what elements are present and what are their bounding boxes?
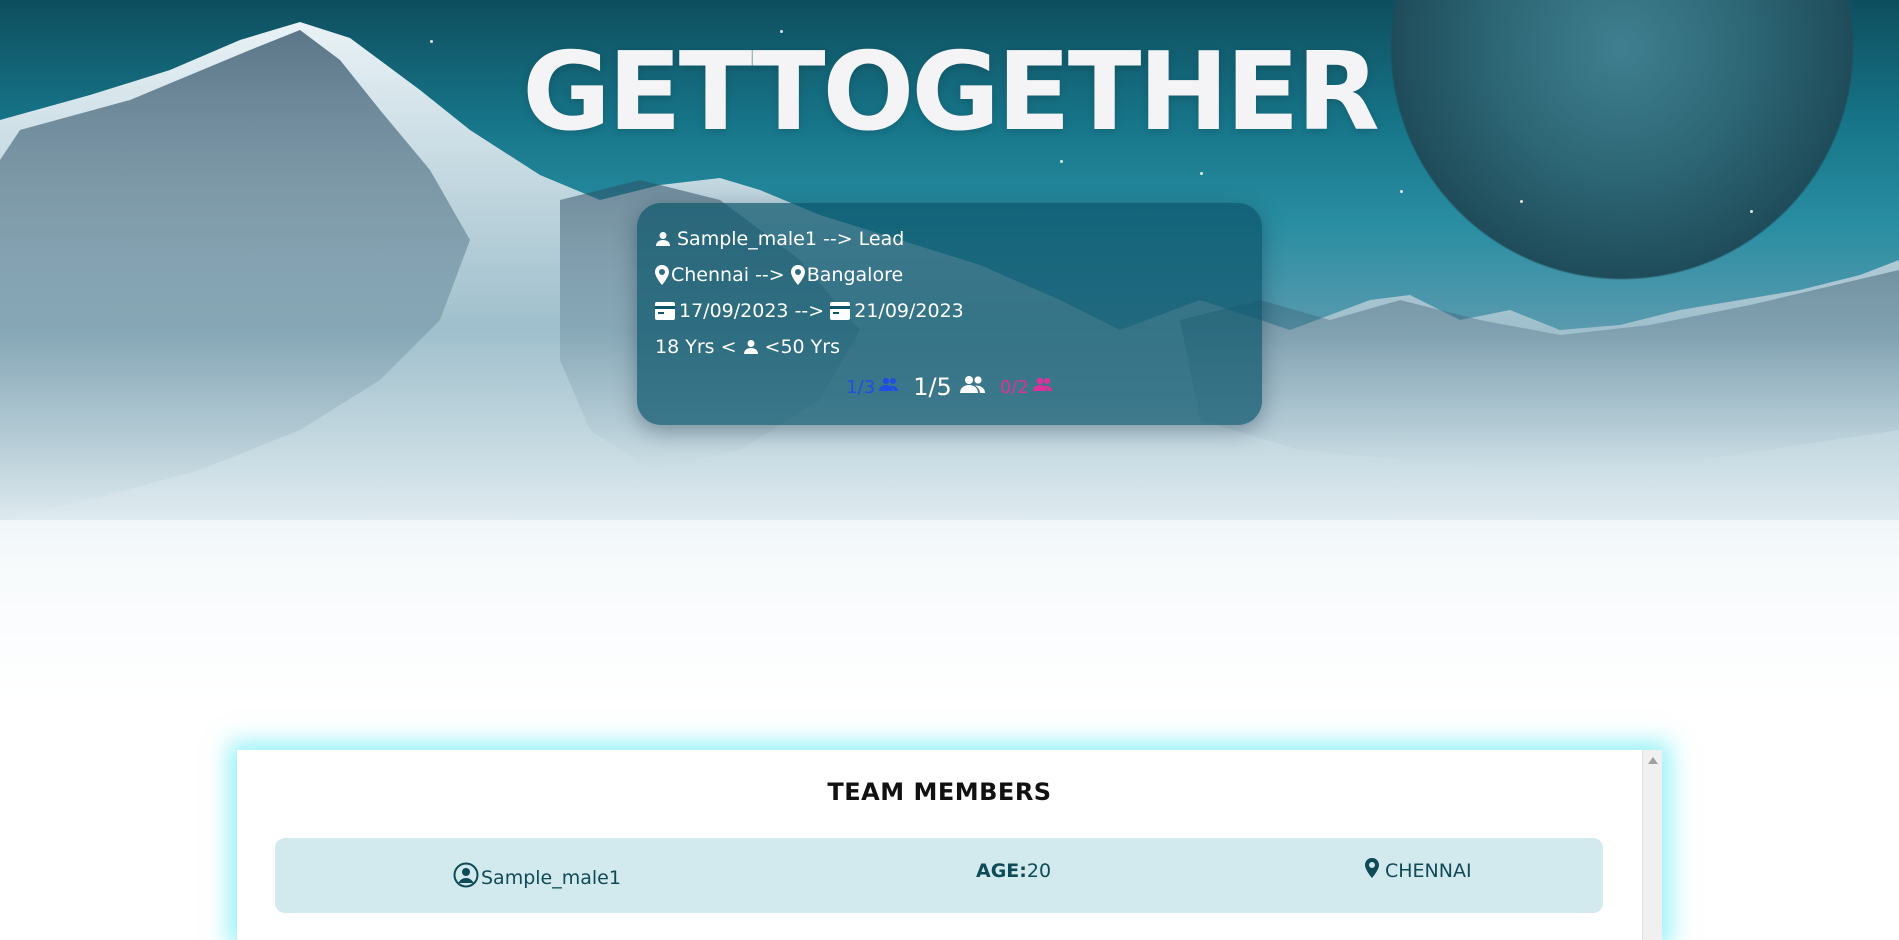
route-arrow: --> <box>755 264 785 286</box>
user-icon <box>743 339 759 355</box>
star <box>1520 200 1523 203</box>
age-label: AGE: <box>976 860 1027 882</box>
start-date: 17/09/2023 <box>679 300 789 322</box>
male-count: 1/3 <box>846 377 899 398</box>
from-city: Chennai <box>671 264 750 286</box>
user-icon <box>655 231 671 247</box>
star <box>1060 160 1063 163</box>
star <box>1750 210 1753 213</box>
male-group-icon <box>879 377 899 398</box>
member-age-cell: AGE:20 <box>976 860 1051 882</box>
date-arrow: --> <box>794 300 825 322</box>
route-row: Chennai --> Bangalore <box>655 257 1244 293</box>
vertical-scrollbar[interactable] <box>1642 750 1662 940</box>
calendar-card-icon <box>655 302 675 320</box>
hero-banner: GETTOGETHER Sample_male1 --> Lead Chenna… <box>0 0 1899 706</box>
age-row: 18 Yrs < <50 Yrs <box>655 329 1244 365</box>
member-counts: 1/3 1/5 0/2 <box>637 373 1262 401</box>
total-count-value: 1/5 <box>913 373 952 401</box>
team-members-panel[interactable]: TEAM MEMBERS Sample_male1 AGE:20 CHENNAI <box>237 750 1662 940</box>
team-members-title: TEAM MEMBERS <box>827 778 1052 806</box>
location-pin-icon <box>655 265 669 285</box>
calendar-card-icon <box>830 302 851 320</box>
star <box>1200 172 1203 175</box>
location-pin-icon <box>790 265 805 285</box>
age-max: <50 Yrs <box>764 336 840 358</box>
female-count: 0/2 <box>1000 377 1053 398</box>
scroll-up-arrow-icon[interactable] <box>1648 757 1658 764</box>
female-group-icon <box>1032 377 1053 398</box>
user-circle-icon <box>453 862 479 893</box>
age-min: 18 Yrs < <box>655 336 737 358</box>
member-age: 20 <box>1026 860 1052 882</box>
female-count-value: 0/2 <box>999 376 1029 398</box>
trip-card[interactable]: Sample_male1 --> Lead Chennai --> Bangal… <box>637 203 1262 425</box>
member-name-cell: Sample_male1 <box>453 862 621 893</box>
lead-name: Sample_male1 <box>677 228 817 250</box>
member-row[interactable]: Sample_male1 AGE:20 CHENNAI <box>275 838 1603 913</box>
lead-row: Sample_male1 --> Lead <box>655 221 1244 257</box>
male-count-value: 1/3 <box>846 376 876 398</box>
member-name: Sample_male1 <box>481 866 621 889</box>
group-icon <box>959 373 986 401</box>
member-location-cell: CHENNAI <box>1365 858 1472 883</box>
location-pin-icon <box>1365 858 1379 883</box>
app-title: GETTOGETHER <box>522 30 1379 155</box>
end-date: 21/09/2023 <box>854 300 964 322</box>
lead-role: --> Lead <box>823 228 905 250</box>
to-city: Bangalore <box>806 264 904 286</box>
dates-row: 17/09/2023 --> 21/09/2023 <box>655 293 1244 329</box>
total-count: 1/5 <box>913 373 986 401</box>
star <box>1400 190 1403 193</box>
member-location: CHENNAI <box>1385 859 1472 882</box>
